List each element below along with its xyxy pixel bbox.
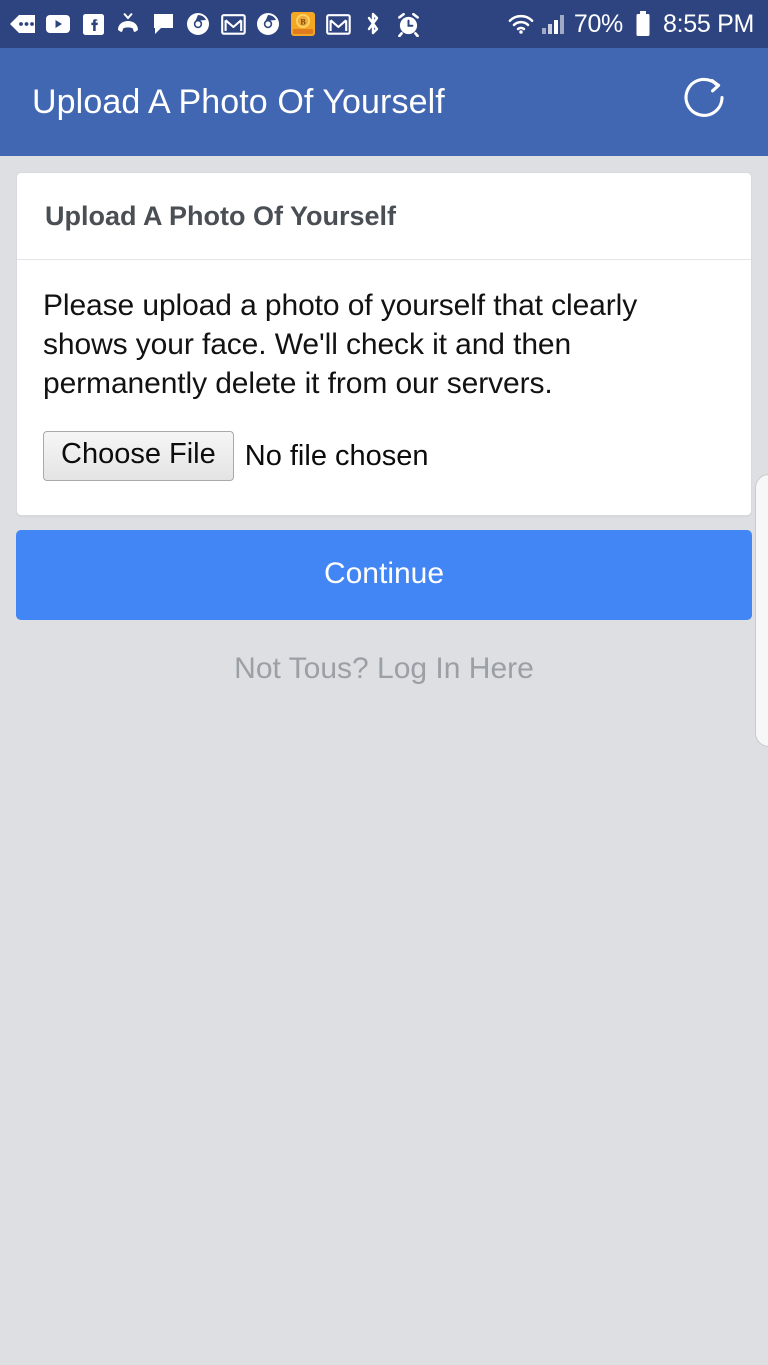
choose-file-button[interactable]: Choose File: [43, 431, 234, 482]
status-bar-clock: 8:55 PM: [662, 9, 754, 38]
status-bar-notification-icons: B: [10, 11, 508, 37]
battery-icon: [630, 11, 656, 37]
main-content: Upload A Photo Of Yourself Please upload…: [0, 156, 768, 747]
status-bar-system-area: 70% 8:55 PM: [508, 10, 754, 39]
continue-button[interactable]: Continue: [16, 530, 752, 621]
refresh-button[interactable]: [678, 74, 734, 130]
messenger-chat-icon: [150, 11, 176, 37]
refresh-icon: [679, 73, 733, 132]
chrome-icon-2: [255, 11, 281, 37]
more-notifications-icon: [10, 11, 36, 37]
missed-call-icon: [115, 11, 141, 37]
wifi-icon: [508, 11, 534, 37]
file-input-row[interactable]: Choose File No file chosen: [43, 431, 725, 482]
upload-card: Upload A Photo Of Yourself Please upload…: [16, 172, 752, 517]
cellular-signal-icon: [541, 11, 567, 37]
app-header: Upload A Photo Of Yourself: [0, 48, 768, 156]
login-link[interactable]: Not Tous? Log In Here: [16, 652, 752, 686]
card-instructions: Please upload a photo of yourself that c…: [43, 289, 638, 400]
gmail-icon-2: [325, 11, 351, 37]
battery-percentage: 70%: [573, 9, 623, 38]
page-title: Upload A Photo Of Yourself: [32, 82, 445, 121]
offscreen-panel: [755, 474, 768, 747]
youtube-icon: [45, 11, 71, 37]
status-bar[interactable]: B 70% 8:55 PM: [0, 0, 768, 48]
alarm-clock-icon: [395, 11, 421, 37]
card-body: Please upload a photo of yourself that c…: [17, 260, 751, 515]
chrome-icon: [185, 11, 211, 37]
file-chosen-status: No file chosen: [244, 439, 429, 472]
card-title: Upload A Photo Of Yourself: [17, 173, 751, 260]
bluetooth-icon: [360, 11, 386, 37]
facebook-icon: [80, 11, 106, 37]
coin-badge-icon: B: [290, 11, 316, 37]
gmail-icon: [220, 11, 246, 37]
svg-text:B: B: [300, 18, 306, 27]
